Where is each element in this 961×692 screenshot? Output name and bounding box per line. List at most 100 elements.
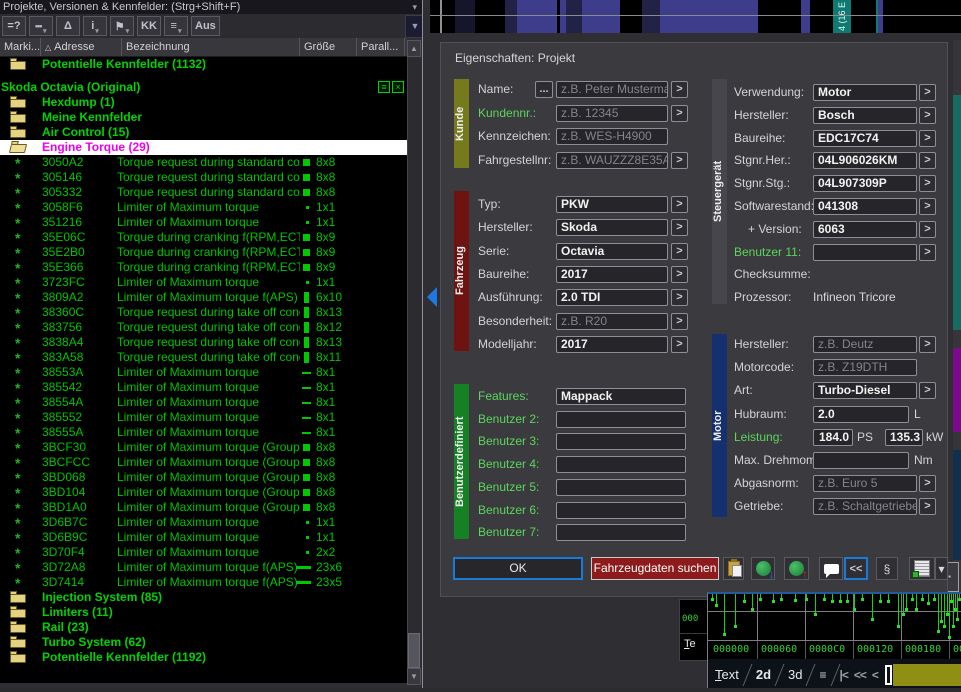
notes-dropdown[interactable]: ▾ [935, 557, 948, 580]
input-art[interactable]: Turbo-Diesel [813, 382, 917, 399]
hex-cursor[interactable] [885, 665, 892, 685]
expand-arrow-button[interactable]: > [671, 219, 688, 236]
delta-icon[interactable]: Δ [56, 16, 80, 36]
tab-2d[interactable]: 2d [749, 667, 778, 682]
2d-plot-area[interactable] [708, 594, 961, 640]
bars-icon[interactable]: ┅▾ [29, 16, 53, 36]
paragraph-button[interactable]: § [876, 557, 898, 580]
tree-column-header[interactable]: Marki...△AdresseBezeichnungGrößeParall..… [0, 38, 407, 57]
input-benutzer7[interactable] [556, 524, 686, 541]
tab-3d[interactable]: 3d [781, 667, 809, 682]
tab-text-partial[interactable]: Te [684, 638, 696, 650]
globe-download-icon[interactable]: ↓ [751, 557, 775, 580]
tree-folder-row[interactable]: Potentielle Kennfelder (1192) [0, 650, 407, 665]
input-modelljahr[interactable]: 2017 [556, 336, 668, 353]
tree-map-row[interactable]: *3D72A8Limiter of Maximum torque f(APS)2… [0, 560, 407, 575]
tree-map-row[interactable]: *383756Torque request during take off co… [0, 320, 407, 335]
input-abgasnorm[interactable]: z.B. Euro 5 [813, 475, 917, 492]
selection-bar[interactable] [893, 664, 961, 686]
scroll-up-icon[interactable]: ▲ [407, 40, 421, 57]
tree-map-row[interactable]: *385552Limiter of Maximum torque8x1 [0, 410, 407, 425]
input-motorcode[interactable]: z.B. Z19DTH [813, 359, 917, 376]
input-features[interactable]: Mappack [556, 388, 686, 405]
tree-map-row[interactable]: *3838A4Torque request during take off co… [0, 335, 407, 350]
tree-map-row[interactable]: *35E366Torque during cranking f(RPM,ECT)… [0, 260, 407, 275]
collapse-button[interactable]: << [844, 557, 868, 580]
expand-arrow-button[interactable]: > [671, 152, 688, 169]
tree-map-row[interactable]: *3D6B9CLimiter of Maximum torque1x1 [0, 530, 407, 545]
expand-arrow-button[interactable]: > [919, 130, 936, 147]
expand-arrow-button[interactable]: > [919, 336, 936, 353]
tree-map-row[interactable]: *3058F6Limiter of Maximum torque1x1 [0, 200, 407, 215]
list-box-icon[interactable]: ≡ [378, 81, 390, 93]
tree-map-row[interactable]: *305332Torque request during standard co… [0, 185, 407, 200]
expand-arrow-button[interactable]: > [671, 196, 688, 213]
input-benutzer2[interactable] [556, 411, 686, 428]
input-benutzer4[interactable] [556, 456, 686, 473]
expand-arrow-button[interactable]: > [671, 81, 688, 98]
input-benutzer3[interactable] [556, 433, 686, 450]
input-name[interactable]: z.B. Peter Mustermann [556, 81, 668, 98]
input-kundennr[interactable]: z.B. 12345 [556, 105, 668, 122]
panel-splitter[interactable] [422, 0, 441, 692]
search-vehicle-data-button[interactable]: Fahrzeugdaten suchen [591, 557, 719, 580]
input-verwendung[interactable]: Motor [813, 84, 917, 101]
column-header-3[interactable]: Größe [300, 38, 357, 56]
input-hubraum[interactable]: 2.0 [813, 406, 909, 423]
tree-map-row[interactable]: *351216Limiter of Maximum torque1x1 [0, 215, 407, 230]
input-hersteller[interactable]: Bosch [813, 107, 917, 124]
input-hersteller[interactable]: Skoda [556, 219, 668, 236]
input-besonderheit[interactable]: z.B. R20 [556, 313, 668, 330]
tree-map-row[interactable]: *3809A2Limiter of Maximum torque f(APS)6… [0, 290, 407, 305]
tree-map-row[interactable]: *3D7414Limiter of Maximum torque f(APS)2… [0, 575, 407, 590]
tree-map-row[interactable]: *3D6B7CLimiter of Maximum torque1x1 [0, 515, 407, 530]
compare-icon[interactable]: =? [2, 16, 26, 36]
tree-folder-row[interactable]: Injection System (85) [0, 590, 407, 605]
column-header-0[interactable]: Marki... [0, 38, 41, 56]
input-ausfhrung[interactable]: 2.0 TDI [556, 289, 668, 306]
expand-arrow-button[interactable]: > [919, 175, 936, 192]
chevron-down-icon[interactable]: ▾ [412, 0, 417, 14]
more-button[interactable]: ... [535, 81, 553, 98]
tree-map-row[interactable]: *38360CTorque request during take off co… [0, 305, 407, 320]
expand-arrow-button[interactable]: > [919, 382, 936, 399]
tree-map-row[interactable]: *3D70F4Limiter of Maximum torque2x2 [0, 545, 407, 560]
input-benutzer5[interactable] [556, 479, 686, 496]
tree-map-row[interactable]: *305146Torque request during standard co… [0, 170, 407, 185]
tree-folder-row[interactable]: Rail (23) [0, 620, 407, 635]
tree-project-row[interactable]: Skoda Octavia (Original)≡× [0, 80, 407, 95]
tree-map-row[interactable]: *3BD068Limiter of Maximum torque (Group … [0, 470, 407, 485]
tree-map-row[interactable]: *3BD1A0Limiter of Maximum torque (Group … [0, 500, 407, 515]
expand-arrow-button[interactable]: > [919, 221, 936, 238]
input-baureihe[interactable]: 2017 [556, 266, 668, 283]
nav-button-0[interactable]: |< [840, 668, 848, 682]
input-typ[interactable]: PKW [556, 196, 668, 213]
input-maxdrehmom[interactable] [813, 452, 909, 469]
tree-map-row[interactable]: *35E2B0Torque during cranking f(RPM,ECT)… [0, 245, 407, 260]
tab-text[interactable]: Text [708, 667, 746, 682]
input-getriebe[interactable]: z.B. Schaltgetriebe [813, 498, 917, 515]
tree-folder-row[interactable]: Limiters (11) [0, 605, 407, 620]
tree-scrollbar[interactable] [407, 57, 421, 683]
expand-arrow-button[interactable]: > [919, 498, 936, 515]
expand-arrow-button[interactable]: > [919, 152, 936, 169]
tree-map-row[interactable]: *3BCF30Limiter of Maximum torque (Group … [0, 440, 407, 455]
column-header-4[interactable]: Parall... [357, 38, 405, 56]
input-softwarestand[interactable]: 041308 [813, 198, 917, 215]
map-2d-window[interactable]: 0000000000600000C000012000018000 Text2d3… [707, 592, 961, 688]
column-header-1[interactable]: △Adresse [41, 38, 122, 56]
expand-arrow-button[interactable]: > [919, 84, 936, 101]
tree-folder-row[interactable]: Hexdump (1) [0, 95, 407, 110]
list-icon[interactable]: ≡▾ [164, 16, 188, 36]
input-fahrgestellnr[interactable]: z.B. WAUZZZ8E35A235 [556, 152, 668, 169]
expand-arrow-button[interactable]: > [671, 105, 688, 122]
tree-map-row[interactable]: *3BD104Limiter of Maximum torque (Group … [0, 485, 407, 500]
input-leistung-ps[interactable]: 184.0 [813, 429, 853, 446]
tab-menu-icon[interactable]: ≡ [812, 668, 833, 682]
input-version[interactable]: 6063 [813, 221, 917, 238]
column-header-2[interactable]: Bezeichnung [122, 38, 300, 56]
scroll-down-icon[interactable]: ▼ [407, 668, 421, 685]
tree-map-row[interactable]: *3BCFCCLimiter of Maximum torque (Group … [0, 455, 407, 470]
tree-map-row[interactable]: *38553ALimiter of Maximum torque8x1 [0, 365, 407, 380]
expand-arrow-button[interactable]: > [671, 266, 688, 283]
